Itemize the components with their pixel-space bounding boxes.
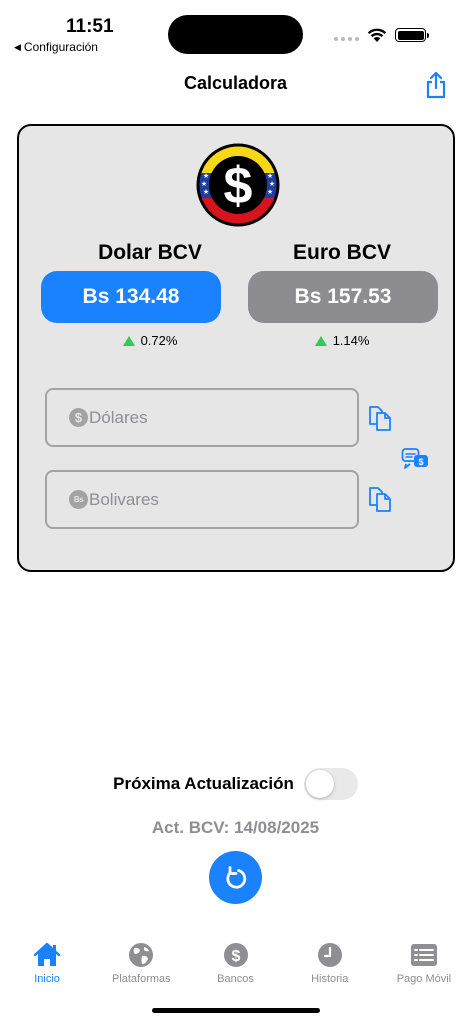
status-time: 11:51	[66, 16, 114, 37]
list-icon	[410, 941, 438, 969]
up-arrow-icon	[314, 335, 327, 346]
refresh-button[interactable]	[209, 851, 262, 904]
next-update-toggle[interactable]	[303, 768, 358, 800]
tab-historia[interactable]: Historia	[283, 938, 377, 994]
tab-label: Plataformas	[111, 973, 171, 985]
venezuela-dollar-logo: ★★★ ★★★ $	[196, 143, 280, 227]
cellular-signal-icon	[334, 37, 359, 41]
euro-rate-label: Euro BCV	[292, 241, 391, 264]
svg-text:★: ★	[203, 188, 209, 196]
tab-plataformas[interactable]: Plataformas	[94, 938, 188, 994]
tab-label: Pago Móvil	[396, 973, 452, 985]
house-icon	[33, 941, 61, 969]
dollar-coin-icon: $	[69, 408, 88, 427]
tab-label: Historia	[311, 973, 349, 985]
back-to-settings-link[interactable]: ◀ Configuración	[14, 40, 98, 54]
svg-text:★: ★	[203, 172, 209, 180]
next-update-row: Próxima Actualización	[0, 768, 471, 800]
svg-text:★: ★	[201, 180, 207, 188]
tab-inicio[interactable]: Inicio	[0, 938, 94, 994]
bolivar-coin-icon: Bs	[69, 490, 88, 509]
svg-text:$: $	[418, 457, 423, 467]
euro-change-value: 1.14%	[332, 333, 370, 348]
back-triangle-icon: ◀	[14, 41, 21, 52]
back-label: Configuración	[23, 40, 98, 54]
svg-text:$: $	[231, 948, 240, 965]
euro-rate-button[interactable]: Bs 157.53	[248, 271, 438, 323]
dollars-input[interactable]	[89, 407, 339, 428]
svg-text:★: ★	[267, 188, 273, 196]
wifi-icon	[367, 28, 387, 42]
svg-text:★: ★	[267, 172, 273, 180]
bolivares-field[interactable]: Bs	[45, 470, 359, 529]
share-icon[interactable]	[423, 70, 449, 100]
dollar-change: 0.72%	[55, 333, 245, 348]
clock-icon	[316, 941, 344, 969]
bolivares-input[interactable]	[89, 489, 339, 510]
last-update-date: Act. BCV: 14/08/2025	[151, 818, 320, 837]
battery-icon	[395, 28, 429, 42]
home-indicator	[152, 1008, 320, 1013]
svg-text:$: $	[224, 157, 253, 215]
up-arrow-icon	[122, 335, 135, 346]
dollar-circle-icon: $	[222, 941, 250, 969]
svg-text:★: ★	[269, 180, 275, 188]
dollars-field[interactable]: $	[45, 388, 359, 447]
tab-pago-movil[interactable]: Pago Móvil	[377, 938, 471, 994]
tab-bar: Inicio Plataformas $ Bancos Historia Pag…	[0, 938, 471, 994]
dollar-change-value: 0.72%	[140, 333, 178, 348]
dollar-rate-label: Dolar BCV	[98, 241, 202, 264]
tab-label: Inicio	[34, 973, 60, 985]
refresh-icon	[225, 865, 246, 889]
euro-change: 1.14%	[247, 333, 437, 348]
calculator-card: ★ ★ ★ ★ ★ ★ $ Dolar BCV Euro BCV Bs 134.48 B…	[17, 124, 455, 572]
dynamic-island	[168, 15, 303, 54]
copy-icon[interactable]	[367, 405, 393, 431]
copy-icon[interactable]	[367, 486, 393, 512]
convert-swap-icon[interactable]: $	[401, 446, 429, 472]
dollar-rate-button[interactable]: Bs 134.48	[41, 271, 221, 323]
page-title: Calculadora	[183, 73, 288, 93]
globe-icon	[127, 941, 155, 969]
tab-bancos[interactable]: $ Bancos	[188, 938, 282, 994]
next-update-label: Próxima Actualización	[113, 774, 294, 793]
tab-label: Bancos	[217, 973, 254, 985]
